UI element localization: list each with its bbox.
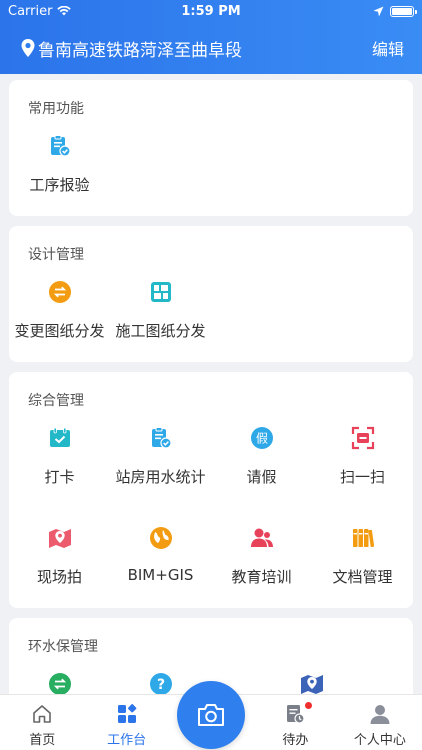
tab-label: 个人中心 xyxy=(353,733,406,748)
item-label: 现场拍 xyxy=(36,568,82,586)
item-label: 文档管理 xyxy=(332,568,393,586)
map-pin-icon xyxy=(48,526,72,550)
item-scan[interactable]: 扫一扫 xyxy=(312,416,413,516)
leave-icon: 假 xyxy=(250,426,274,450)
svg-text:?: ? xyxy=(156,677,164,693)
item-training[interactable]: 教育培训 xyxy=(211,516,312,616)
item-label: 扫一扫 xyxy=(339,468,385,486)
workbench-content: 常用功能 工序报验 设计管理 变更图纸分发 施工图纸分发 综合管理 打卡 站房用… xyxy=(0,80,422,694)
section-title: 常用功能 xyxy=(28,101,84,117)
status-bar: Carrier 1:59 PM xyxy=(0,0,422,22)
exchange-icon xyxy=(48,672,72,694)
svg-text:假: 假 xyxy=(255,432,267,446)
project-selector[interactable]: 鲁南高速铁路菏泽至曲阜段 xyxy=(20,36,242,61)
item-label: 站房用水统计 xyxy=(115,468,206,486)
item-label: 变更图纸分发 xyxy=(14,322,105,340)
scan-icon xyxy=(351,426,375,450)
camera-button[interactable] xyxy=(177,681,245,749)
tab-label: 待办 xyxy=(282,733,309,748)
item-env-1[interactable] xyxy=(9,662,110,694)
globe-icon xyxy=(149,526,173,550)
tab-workbench[interactable]: 工作台 xyxy=(84,695,168,750)
tab-label: 首页 xyxy=(29,733,56,748)
item-label: 教育培训 xyxy=(231,568,292,586)
item-label: 打卡 xyxy=(44,468,75,486)
project-title: 鲁南高速铁路菏泽至曲阜段 xyxy=(38,40,242,61)
status-time: 1:59 PM xyxy=(181,4,241,19)
section-design: 设计管理 变更图纸分发 施工图纸分发 xyxy=(9,226,413,362)
item-leave[interactable]: 假 请假 xyxy=(211,416,312,516)
tab-profile[interactable]: 个人中心 xyxy=(338,695,422,750)
location-pin-icon xyxy=(21,39,35,57)
notification-dot xyxy=(305,702,313,709)
item-process-inspection[interactable]: 工序报验 xyxy=(9,124,110,224)
item-label: 工序报验 xyxy=(29,176,90,194)
edit-button[interactable]: 编辑 xyxy=(372,36,404,60)
item-clock-in[interactable]: 打卡 xyxy=(9,416,110,516)
map-pin-icon xyxy=(300,672,324,694)
tab-home[interactable]: 首页 xyxy=(0,695,84,750)
section-title: 设计管理 xyxy=(28,247,84,263)
grid-icon xyxy=(117,704,136,723)
item-label: 请假 xyxy=(246,468,277,486)
exchange-icon xyxy=(48,280,72,304)
item-label: BIM+GIS xyxy=(127,566,194,584)
section-common: 常用功能 工序报验 xyxy=(9,80,413,216)
section-title: 环水保管理 xyxy=(28,639,98,655)
books-icon xyxy=(351,526,375,550)
section-title: 综合管理 xyxy=(28,393,84,409)
item-label: 施工图纸分发 xyxy=(115,322,206,340)
todo-icon xyxy=(287,705,306,724)
item-construction-drawing[interactable]: 施工图纸分发 xyxy=(110,270,211,370)
calendar-check-icon xyxy=(48,426,72,450)
item-change-drawing[interactable]: 变更图纸分发 xyxy=(9,270,110,370)
blueprint-icon xyxy=(149,280,173,304)
item-site-photo[interactable]: 现场拍 xyxy=(9,516,110,616)
user-icon xyxy=(370,705,390,724)
header: Carrier 1:59 PM 鲁南高速铁路菏泽至曲阜段 编辑 xyxy=(0,0,422,74)
camera-icon xyxy=(198,704,224,726)
clipboard-check-icon xyxy=(149,426,173,450)
home-icon xyxy=(33,705,52,723)
item-documents[interactable]: 文档管理 xyxy=(312,516,413,616)
question-icon: ? xyxy=(149,672,173,694)
tab-label: 工作台 xyxy=(107,733,147,748)
section-general: 综合管理 打卡 站房用水统计 假 请假 扫一扫 现场拍 BIM+GIS 教育培训… xyxy=(9,372,413,608)
battery-icon xyxy=(390,5,417,17)
item-water-stats[interactable]: 站房用水统计 xyxy=(110,416,211,516)
item-bim-gis[interactable]: BIM+GIS xyxy=(110,516,211,616)
users-icon xyxy=(250,526,274,550)
clipboard-check-icon xyxy=(48,134,72,158)
tab-todo[interactable]: 待办 xyxy=(253,695,337,750)
